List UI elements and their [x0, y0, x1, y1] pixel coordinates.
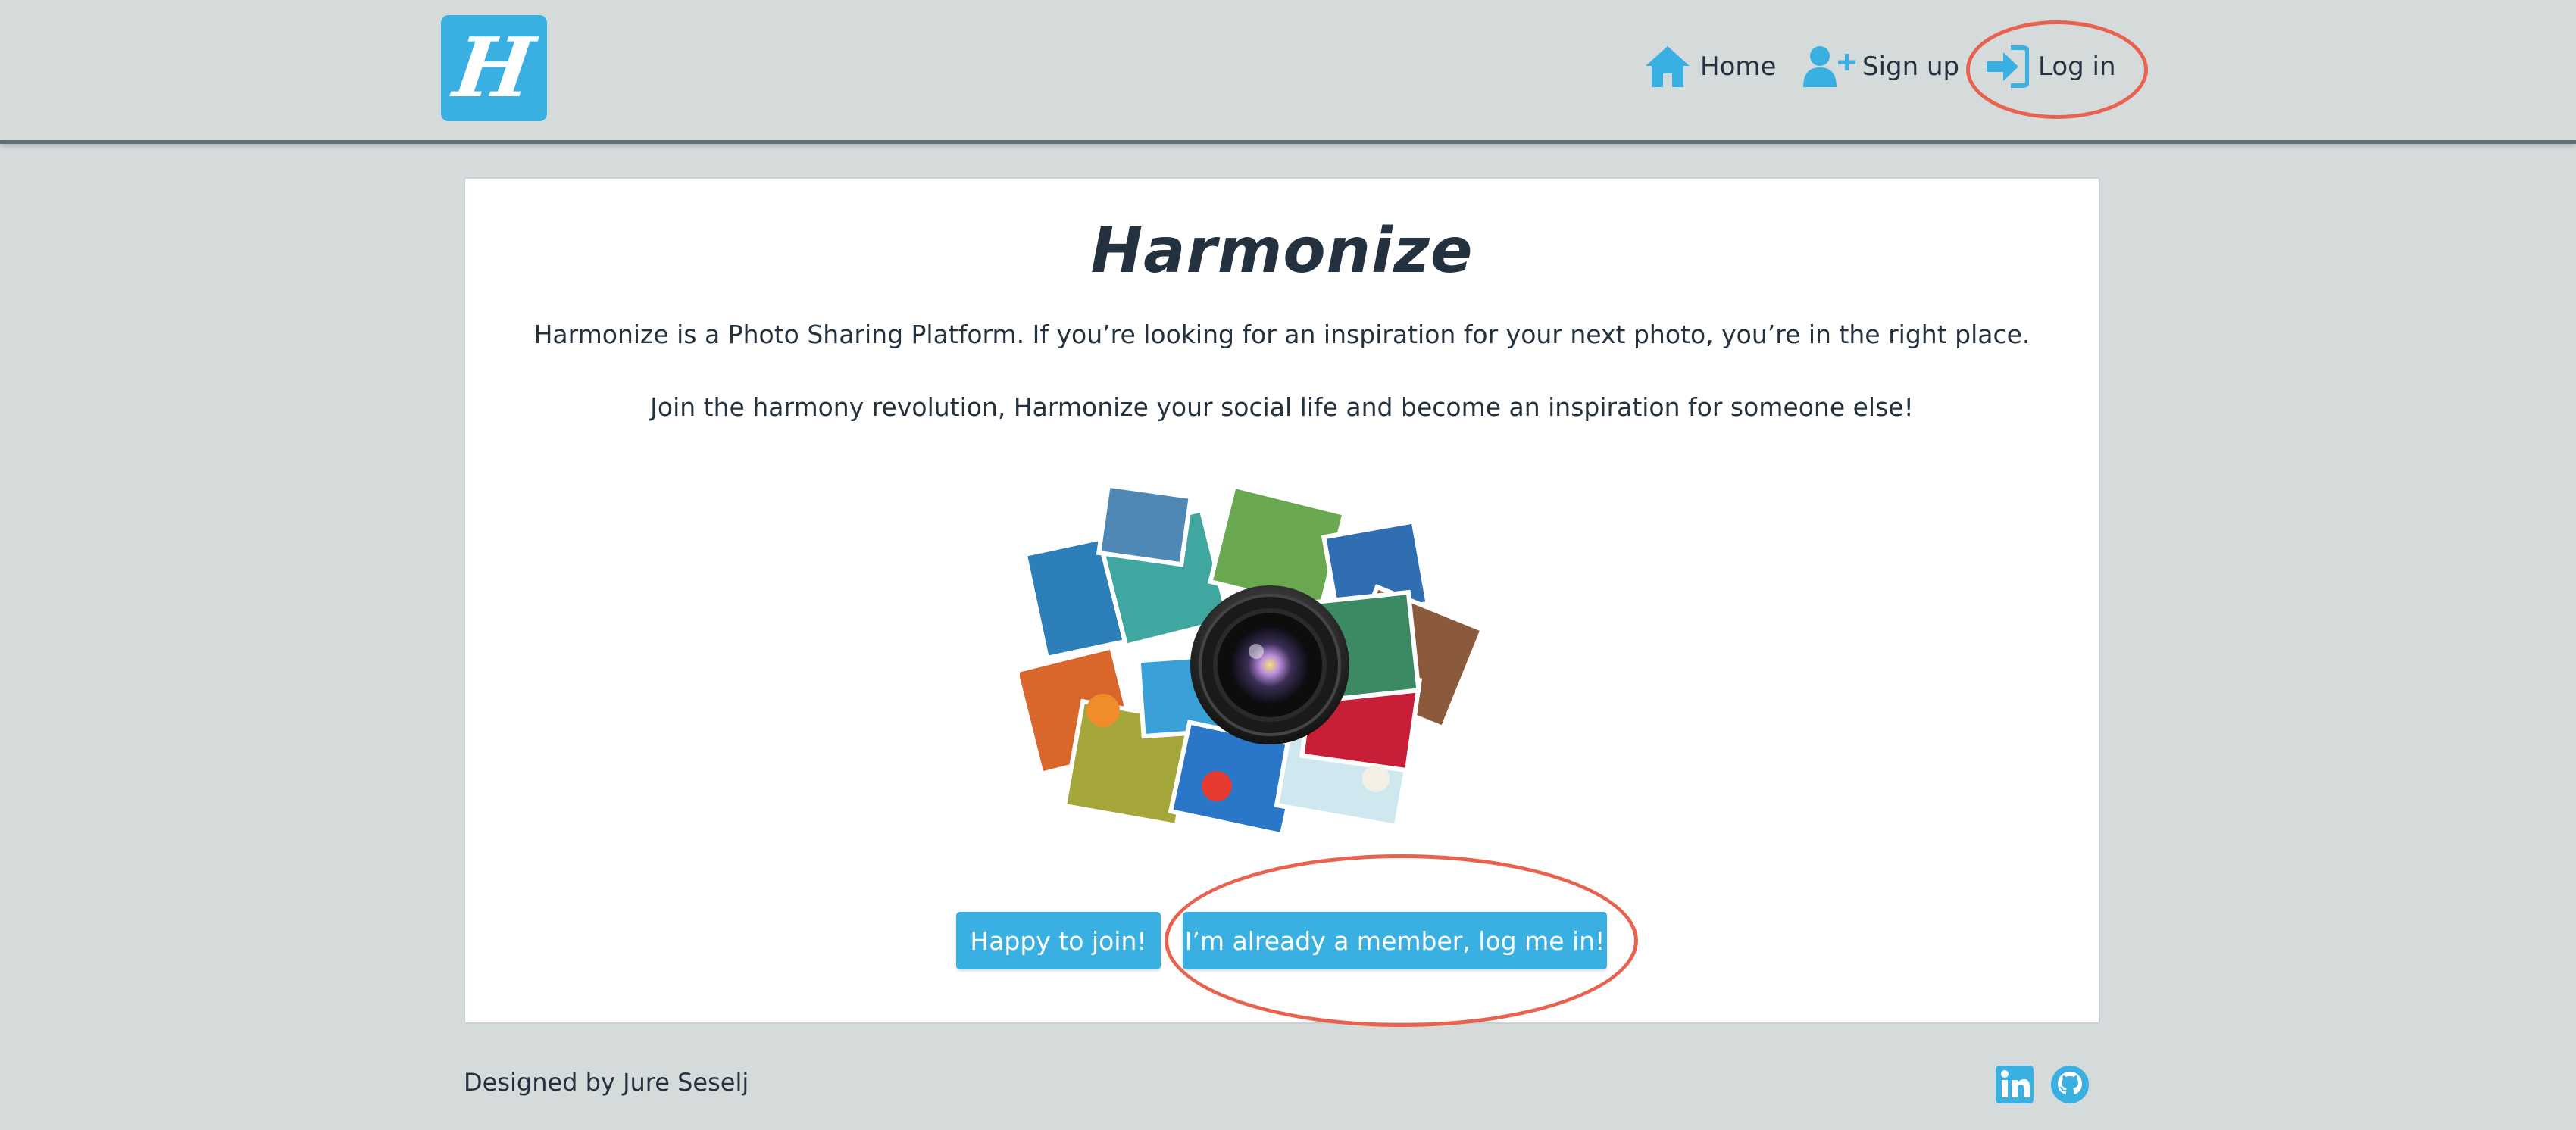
join-button[interactable]: Happy to join! — [956, 912, 1161, 969]
nav-login-label: Log in — [2038, 52, 2116, 82]
nav-signup-label: Sign up — [1862, 52, 1960, 82]
tagline-paragraph: Join the harmony revolution, Harmonize y… — [650, 392, 1914, 422]
nav-login[interactable]: Log in — [1985, 38, 2116, 95]
logo-letter: H — [449, 20, 539, 116]
welcome-card: Harmonize Harmonize is a Photo Sharing P… — [464, 177, 2100, 1024]
intro-paragraph: Harmonize is a Photo Sharing Platform. I… — [533, 320, 2030, 349]
user-plus-icon — [1803, 46, 1855, 87]
sign-in-icon — [1987, 45, 2029, 88]
nav-signup[interactable]: Sign up — [1803, 38, 1959, 95]
photo-collage-image — [1020, 483, 1486, 838]
github-icon[interactable] — [2049, 1064, 2090, 1105]
linkedin-icon[interactable] — [1994, 1064, 2035, 1105]
nav-home[interactable]: Home — [1644, 38, 1776, 95]
footer-credit: Designed by Jure Seselj — [464, 1068, 749, 1097]
navbar: H Home Sign up Log in — [0, 0, 2576, 144]
page-title: Harmonize — [1090, 215, 1474, 287]
harmonize-logo[interactable]: H — [441, 15, 547, 121]
home-icon — [1646, 46, 1690, 87]
member-login-button[interactable]: I’m already a member, log me in! — [1183, 912, 1607, 969]
nav-home-label: Home — [1700, 52, 1777, 82]
